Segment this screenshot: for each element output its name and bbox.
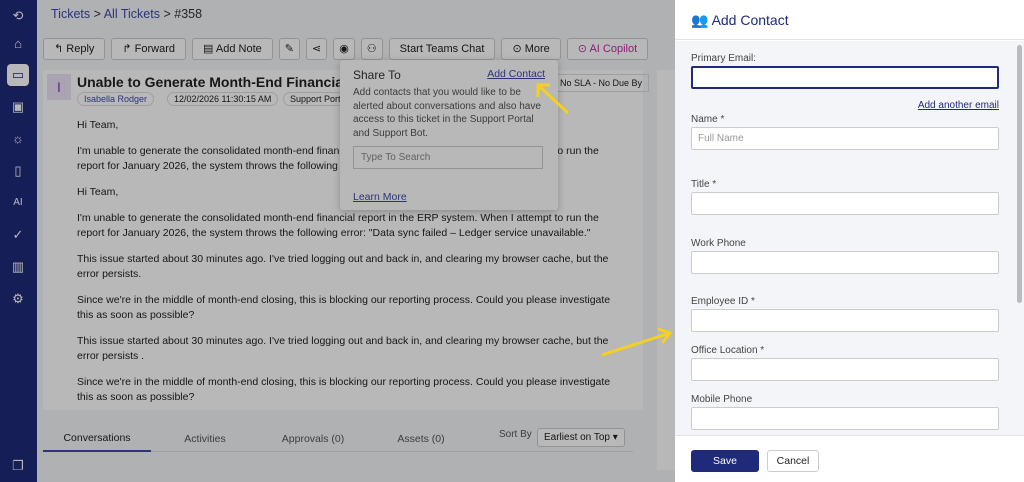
save-button[interactable]: Save [691,450,759,472]
field-label: Title * [691,179,717,190]
field-label: Primary Email: [691,53,757,64]
title-input[interactable] [691,192,999,215]
panel-header: 👥 Add Contact [675,0,1024,40]
scrollbar[interactable] [1017,45,1022,303]
contacts-icon: 👥 [691,12,712,28]
annotation-arrow [601,327,673,357]
employee-id-input[interactable] [691,309,999,332]
name-input[interactable]: Full Name [691,127,999,150]
field-label: Name * [691,114,725,125]
primary-email-input[interactable] [691,66,999,89]
field-label: Work Phone [691,238,746,249]
office-location-input[interactable] [691,358,999,381]
mobile-phone-input[interactable] [691,407,999,430]
field-label: Office Location * [691,345,765,356]
work-phone-input[interactable] [691,251,999,274]
panel-title: Add Contact [711,12,789,28]
overlay [0,0,675,482]
add-contact-panel: 👥 Add Contact Primary Email: Add another… [675,0,1024,482]
field-label: Mobile Phone [691,394,753,405]
cancel-button[interactable]: Cancel [767,450,819,472]
add-another-email-link[interactable]: Add another email [918,100,999,111]
contact-form: Primary Email: Add another email Name * … [675,41,1024,435]
annotation-arrow [536,83,570,115]
panel-footer: Save Cancel [675,435,1024,482]
field-label: Employee ID * [691,296,755,307]
